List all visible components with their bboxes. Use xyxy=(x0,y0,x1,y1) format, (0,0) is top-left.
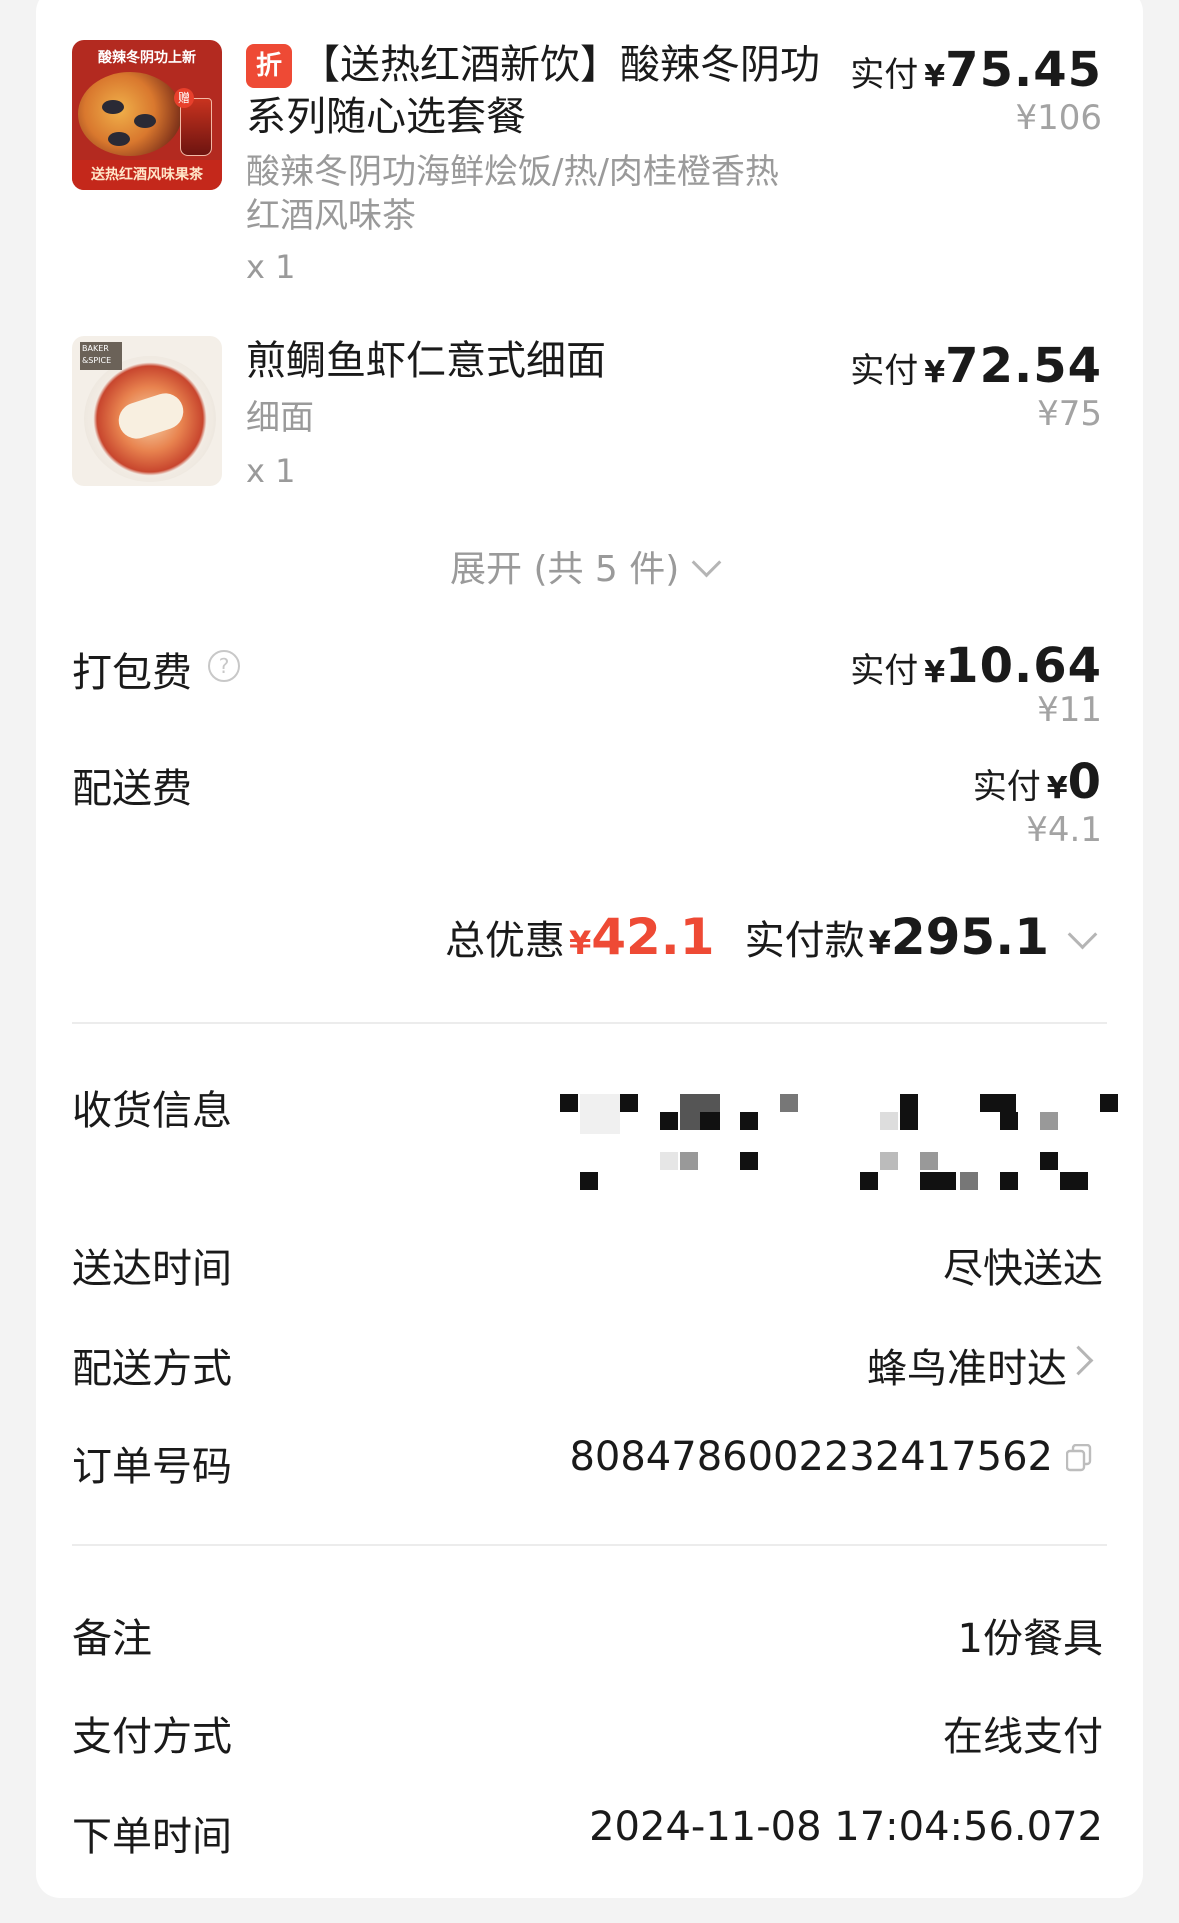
arrival-time-label: 送达时间 xyxy=(72,1246,232,1292)
item-2-original-price: ¥75 xyxy=(1037,394,1102,434)
copy-icon[interactable] xyxy=(1066,1444,1092,1472)
order-number-value: 8084786002232417562 xyxy=(569,1434,1053,1480)
divider xyxy=(72,1022,1107,1024)
total-paid-amount: 295.1 xyxy=(890,908,1049,966)
item-1-title-line2[interactable]: 系列随心选套餐 xyxy=(246,92,526,142)
item-2-image-logo: BAKER &SPICE xyxy=(80,342,122,370)
item-2-paid: 实付 ¥72.54 xyxy=(850,338,1102,394)
item-2-qty: x 1 xyxy=(246,452,296,490)
payment-method-value: 在线支付 xyxy=(943,1714,1103,1760)
discount-badge: 折 xyxy=(246,44,292,88)
payment-method-label: 支付方式 xyxy=(72,1714,232,1760)
total-paid-label: 实付款 xyxy=(744,918,865,964)
item-1-spec-line1: 酸辣冬阴功海鲜烩饭/热/肉桂橙香热 xyxy=(246,152,779,192)
item-1-image[interactable]: 酸辣冬阴功上新 赠 送热红酒风味果茶 xyxy=(72,40,222,190)
help-circle-icon[interactable]: ? xyxy=(208,650,240,682)
item-1-image-banner-top: 酸辣冬阴功上新 xyxy=(98,50,196,66)
item-1-paid: 实付 ¥75.45 xyxy=(850,42,1102,98)
paid-amount: 75.45 xyxy=(945,42,1102,98)
delivery-fee-label: 配送费 xyxy=(72,766,192,812)
currency: ¥ xyxy=(1046,771,1068,806)
packing-fee-original: ¥11 xyxy=(1037,690,1102,730)
currency: ¥ xyxy=(924,355,946,390)
item-2-spec: 细面 xyxy=(246,398,314,438)
paid-label: 实付 xyxy=(972,767,1041,807)
item-1-image-plate xyxy=(78,72,182,156)
delivery-fee-original: ¥4.1 xyxy=(1026,810,1102,850)
note-label: 备注 xyxy=(72,1616,152,1662)
packing-fee-paid: 实付 ¥10.64 xyxy=(850,638,1102,694)
arrival-time-value: 尽快送达 xyxy=(943,1246,1103,1292)
currency: ¥ xyxy=(924,59,946,94)
note-value: 1份餐具 xyxy=(957,1616,1103,1662)
packing-fee-label: 打包费 xyxy=(72,650,192,696)
discount-currency: ¥ xyxy=(568,924,592,962)
paid-label: 实付 xyxy=(850,351,919,391)
delivery-fee-paid: 实付 ¥0 xyxy=(973,754,1102,810)
discount-label: 总优惠 xyxy=(444,918,565,964)
item-1-original-price: ¥106 xyxy=(1015,98,1102,138)
discount-amount: 42.1 xyxy=(591,908,715,966)
mussel-shape xyxy=(134,114,156,128)
item-1-spec-line2: 红酒风味茶 xyxy=(246,196,416,236)
paid-label: 实付 xyxy=(850,55,919,95)
paid-label: 实付 xyxy=(850,651,919,691)
paid-amount: 0 xyxy=(1067,754,1102,810)
currency: ¥ xyxy=(924,655,946,690)
divider xyxy=(72,1544,1107,1546)
paid-amount: 10.64 xyxy=(945,638,1102,694)
item-2-image[interactable]: BAKER &SPICE xyxy=(72,336,222,486)
delivery-method-label: 配送方式 xyxy=(72,1346,232,1392)
item-1-image-banner-bottom: 送热红酒风味果茶 xyxy=(72,160,222,190)
expand-items-button[interactable]: 展开 (共 5 件) xyxy=(450,540,679,592)
item-1-title-line1[interactable]: 【送热红酒新饮】酸辣冬阴功 xyxy=(300,40,820,90)
mussel-shape xyxy=(108,132,130,146)
delivery-method-value[interactable]: 蜂鸟准时达 xyxy=(867,1336,1067,1394)
order-number-label: 订单号码 xyxy=(72,1444,232,1490)
expand-label: 展开 (共 5 件) xyxy=(450,549,680,590)
total-paid-currency: ¥ xyxy=(868,924,891,962)
item-1-image-gift: 赠 xyxy=(174,88,194,108)
order-time-value: 2024-11-08 17:04:56.072 xyxy=(589,1804,1103,1850)
mussel-shape xyxy=(102,100,124,114)
order-totals[interactable]: 总优惠 ¥42.1 实付款 ¥295.1 xyxy=(445,908,1109,966)
item-1-qty: x 1 xyxy=(246,248,296,286)
address-label: 收货信息 xyxy=(72,1088,232,1134)
order-time-label: 下单时间 xyxy=(72,1814,232,1860)
paid-amount: 72.54 xyxy=(945,338,1102,394)
item-2-title[interactable]: 煎鲷鱼虾仁意式细面 xyxy=(246,336,606,386)
